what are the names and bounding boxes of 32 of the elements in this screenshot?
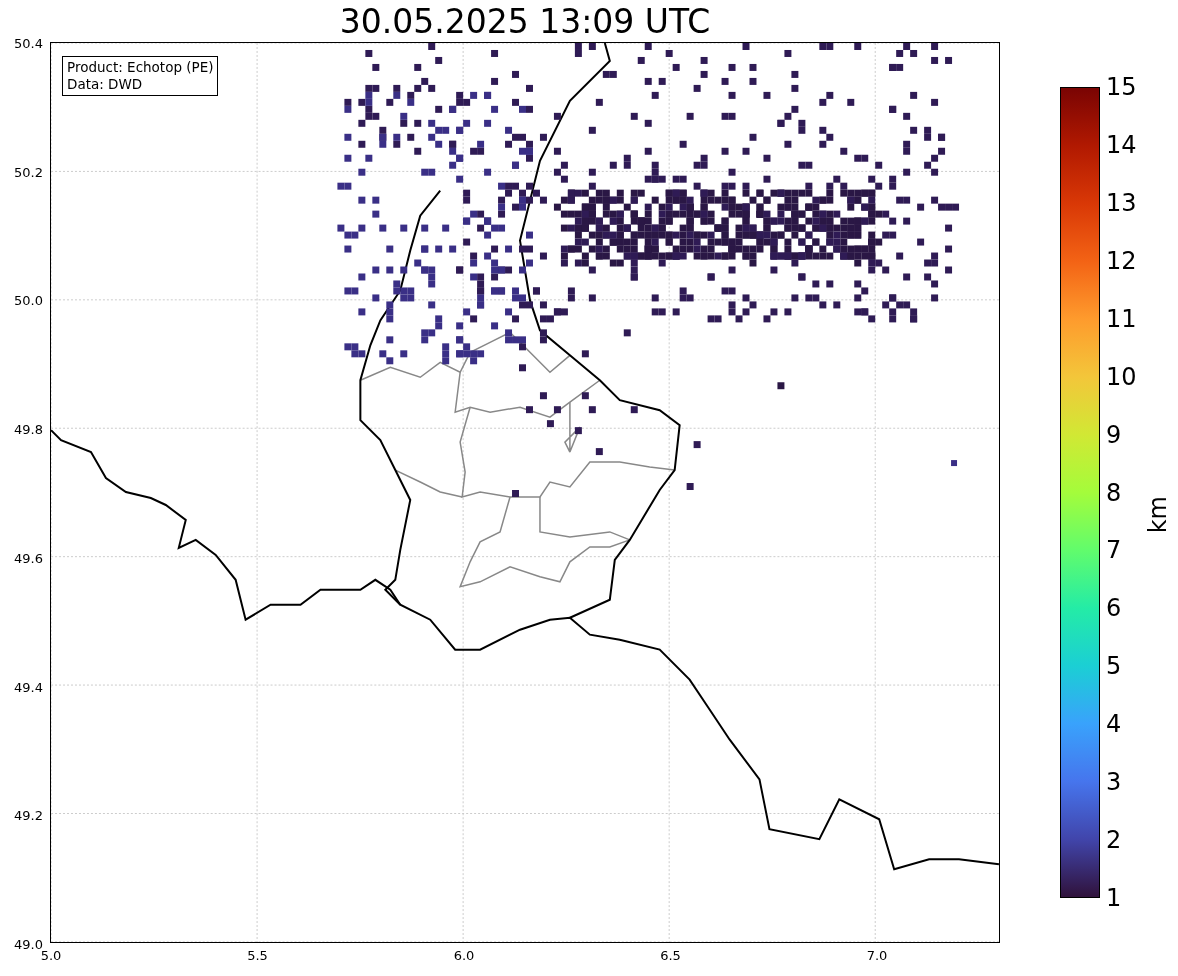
colorbar-tick-label: 14	[1106, 130, 1137, 159]
y-tick-label: 49.6	[14, 550, 43, 566]
x-tick-label: 5.5	[247, 948, 268, 963]
colorbar-label: km	[1144, 496, 1172, 534]
x-tick-label: 6.5	[660, 948, 681, 963]
colorbar-tick-label: 15	[1106, 73, 1137, 101]
y-tick-label: 50.2	[14, 164, 43, 180]
colorbar-tick-label: 8	[1106, 478, 1122, 507]
chart-title: 30.05.2025 13:09 UTC	[338, 1, 712, 42]
y-tick-label: 50.0	[14, 292, 43, 308]
y-tick-label: 49.4	[14, 679, 43, 694]
colorbar-tick-label: 10	[1106, 362, 1137, 391]
legend-text: Data: DWD	[67, 76, 144, 93]
colorbar-tick-label: 12	[1106, 246, 1137, 275]
colorbar-tick-label: 2	[1106, 826, 1122, 855]
colorbar-tick-label: 6	[1106, 594, 1122, 623]
colorbar-tick-label: 3	[1106, 768, 1122, 797]
colorbar-tick-label: 11	[1106, 304, 1137, 333]
x-tick-label: 6.0	[453, 948, 475, 963]
legend-text: Product: Echotop (PE)	[67, 59, 214, 76]
y-tick-label: 49.2	[14, 807, 43, 823]
colorbar-tick-label: 5	[1106, 652, 1122, 681]
x-tick-label: 7.0	[866, 948, 888, 963]
colorbar-tick-label: 1	[1106, 884, 1122, 912]
colorbar-tick-label: 13	[1106, 188, 1137, 217]
y-tick-label: 49.0	[14, 936, 43, 952]
y-tick-label: 49.8	[14, 421, 43, 437]
colorbar-tick-label: 9	[1106, 420, 1122, 449]
colorbar-tick-label: 4	[1106, 710, 1122, 739]
x-tick-label: 5.0	[40, 948, 62, 963]
colorbar-tick-label: 7	[1106, 536, 1122, 565]
y-tick-label: 50.4	[14, 35, 43, 51]
